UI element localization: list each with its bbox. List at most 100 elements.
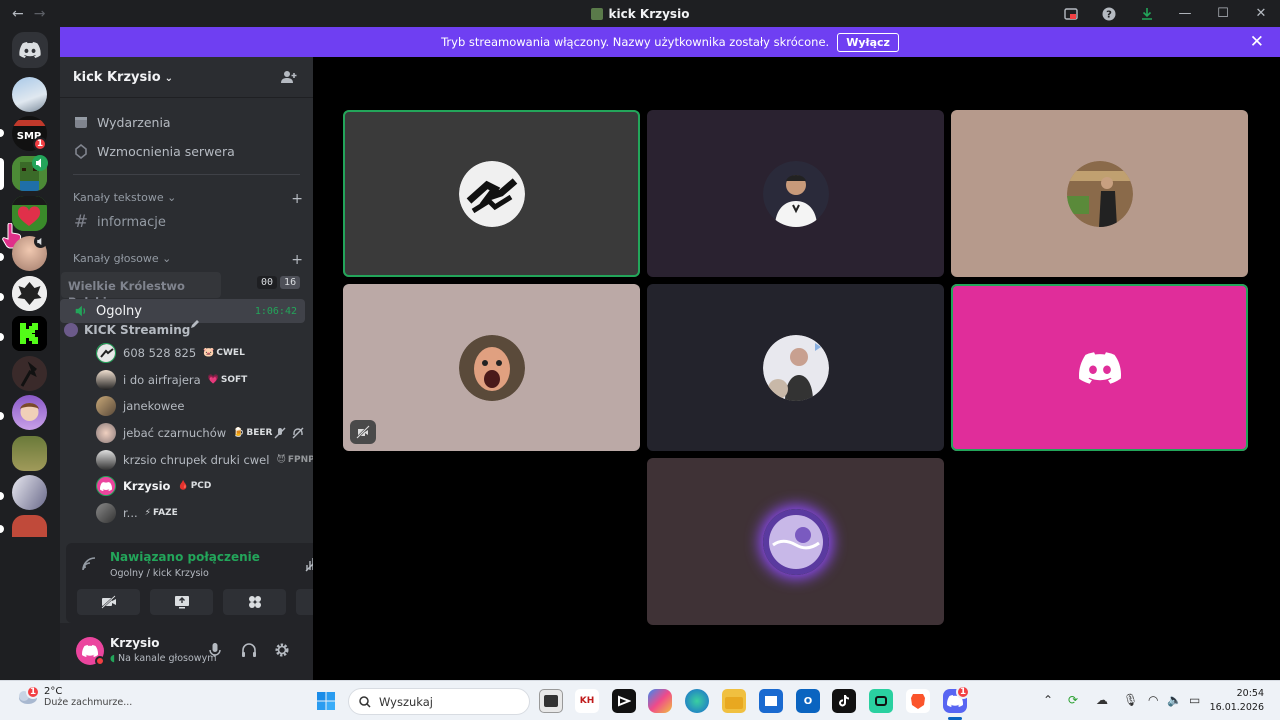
participant-tile[interactable] <box>951 284 1248 451</box>
server-icon-anime[interactable] <box>12 395 47 430</box>
tag-icon: 🍺 <box>233 428 245 438</box>
channel-sidebar: kick Krzysio ⌄ Wydarzenia Wzmocnienia ser… <box>60 57 363 680</box>
server-name: kick Krzysio ⌄ <box>73 70 173 85</box>
camera-off-indicator <box>350 420 376 444</box>
tray-overflow-icon[interactable]: ⌃ <box>1043 693 1053 707</box>
events-item[interactable]: Wydarzenia <box>73 114 171 130</box>
participant-tile[interactable] <box>343 284 640 451</box>
copilot-icon[interactable] <box>648 689 672 713</box>
taskbar-search-input[interactable]: Wyszukaj <box>348 688 530 715</box>
windows-start-icon[interactable] <box>314 689 338 713</box>
download-icon[interactable] <box>1128 0 1166 27</box>
system-clock[interactable]: 20:54 16.01.2026 <box>1210 687 1264 715</box>
cloud-security-icon[interactable]: ☁ <box>1096 693 1108 707</box>
weather-alert-badge: 1 <box>26 685 40 699</box>
avatar <box>96 503 116 523</box>
headphones-icon[interactable] <box>241 642 257 658</box>
chevron-down-icon: ⌄ <box>167 191 177 204</box>
server-icon-1[interactable] <box>12 77 47 112</box>
back-arrow-icon[interactable]: ← <box>12 6 24 22</box>
server-boosts-item[interactable]: Wzmocnienia serwera <box>73 143 235 159</box>
chevron-down-icon: ⌄ <box>164 72 174 84</box>
edge-browser-icon[interactable] <box>685 689 709 713</box>
user-name[interactable]: Krzysio <box>110 636 160 650</box>
store-icon[interactable] <box>759 689 783 713</box>
voice-user[interactable]: 608 528 825 🐷 CWEL <box>96 343 245 363</box>
server-icon-kick[interactable] <box>12 316 47 351</box>
participant-tile[interactable] <box>343 110 640 277</box>
unread-pill <box>0 412 4 420</box>
help-icon[interactable]: ? <box>1090 0 1128 27</box>
discord-home-icon[interactable] <box>12 32 48 68</box>
app-green-icon[interactable] <box>869 689 893 713</box>
user-panel: Krzysio ◖ Na kanale głosowym <box>60 623 313 680</box>
unread-pill <box>0 293 4 301</box>
participant-tile[interactable] <box>647 458 944 625</box>
weather-widget[interactable]: 1 2°C Duże zachmurze... <box>16 685 132 708</box>
channel-informacje[interactable]: # informacje <box>73 212 166 232</box>
banner-text: Tryb streamowania włączony. Nazwy użytko… <box>441 35 830 49</box>
task-view-icon[interactable] <box>539 689 563 713</box>
activities-button[interactable] <box>223 589 286 615</box>
speaker-icon <box>32 155 48 171</box>
nav-arrows: ← → <box>0 6 45 22</box>
tiktok-icon[interactable] <box>832 689 856 713</box>
server-header[interactable]: kick Krzysio ⌄ <box>60 57 313 98</box>
kh-app-icon[interactable]: KH <box>575 689 599 713</box>
maximize-icon[interactable]: ☐ <box>1204 0 1242 27</box>
server-icon-soldiers[interactable] <box>12 436 47 471</box>
microphone-tray-icon[interactable]: 🎙 <box>1123 693 1138 707</box>
voice-user[interactable]: krzsio chrupek druki cwel 😈 FPNP <box>96 450 315 470</box>
settings-gear-icon[interactable] <box>274 642 290 658</box>
inbox-icon[interactable] <box>1052 0 1090 27</box>
role-tag: 🩸 PCD <box>177 481 211 491</box>
close-banner-icon[interactable]: ✕ <box>1250 32 1264 52</box>
brave-browser-icon[interactable] <box>906 689 930 713</box>
calendar-icon <box>73 114 89 130</box>
status-dnd-icon <box>95 656 105 666</box>
connection-status[interactable]: Nawiązano połączenie <box>110 550 260 564</box>
battery-icon[interactable]: ▭ <box>1189 693 1200 707</box>
voice-channels-category[interactable]: Kanały głosowe ⌄ + <box>73 252 303 268</box>
capcut-icon[interactable] <box>612 689 636 713</box>
server-icon-archer[interactable] <box>12 356 47 391</box>
forward-arrow-icon[interactable]: → <box>34 6 46 22</box>
file-explorer-icon[interactable] <box>722 689 746 713</box>
server-icon-wings[interactable] <box>12 475 47 510</box>
server-icon-eagle[interactable] <box>12 276 47 311</box>
participant-avatar <box>458 334 525 401</box>
voice-user[interactable]: jebać czarnuchów 🍺 BEER <box>96 423 304 443</box>
add-voice-channel-icon[interactable]: + <box>291 252 303 268</box>
unread-pill <box>0 525 4 533</box>
disable-streamer-mode-button[interactable]: Wyłącz <box>837 32 899 52</box>
wifi-icon[interactable]: ◠ <box>1148 693 1158 707</box>
voice-user[interactable]: r... ⚡ FAZE <box>96 503 178 523</box>
close-window-icon[interactable]: ✕ <box>1242 0 1280 27</box>
participant-avatar <box>762 334 829 401</box>
server-icon-partial[interactable] <box>12 515 47 537</box>
role-tag: ⚡ FAZE <box>145 508 178 518</box>
sync-icon[interactable]: ⟳ <box>1068 693 1078 707</box>
connection-location[interactable]: Ogolny / kick Krzysio <box>110 568 209 579</box>
share-screen-button[interactable] <box>150 589 213 615</box>
camera-off-button[interactable] <box>77 589 140 615</box>
voice-user[interactable]: janekowee <box>96 396 184 416</box>
role-tag: 🍺 BEER <box>233 428 272 438</box>
voice-user[interactable]: i do airfrajera 💗 SOFT <box>96 370 247 390</box>
voice-user-name: krzsio chrupek druki cwel <box>123 453 270 467</box>
streamer-mode-banner: Tryb streamowania włączony. Nazwy użytko… <box>60 27 1280 57</box>
invite-people-icon[interactable] <box>281 70 297 84</box>
speaker-icon <box>75 305 86 317</box>
outlook-icon[interactable]: O <box>796 689 820 713</box>
participant-tile[interactable] <box>647 110 944 277</box>
add-text-channel-icon[interactable]: + <box>291 191 303 207</box>
volume-icon[interactable]: 🔈 <box>1167 693 1182 707</box>
microphone-icon[interactable] <box>208 642 222 658</box>
kh-app-label: KH <box>579 696 595 706</box>
discord-window: ← → kick Krzysio ? — ☐ ✕ Tryb streamowan… <box>0 0 1280 720</box>
participant-tile[interactable] <box>951 110 1248 277</box>
participant-tile[interactable] <box>647 284 944 451</box>
voice-user-self[interactable]: Krzysio 🩸 PCD <box>96 476 211 496</box>
minimize-icon[interactable]: — <box>1166 0 1204 27</box>
text-channels-category[interactable]: Kanały tekstowe ⌄ + <box>73 191 303 207</box>
